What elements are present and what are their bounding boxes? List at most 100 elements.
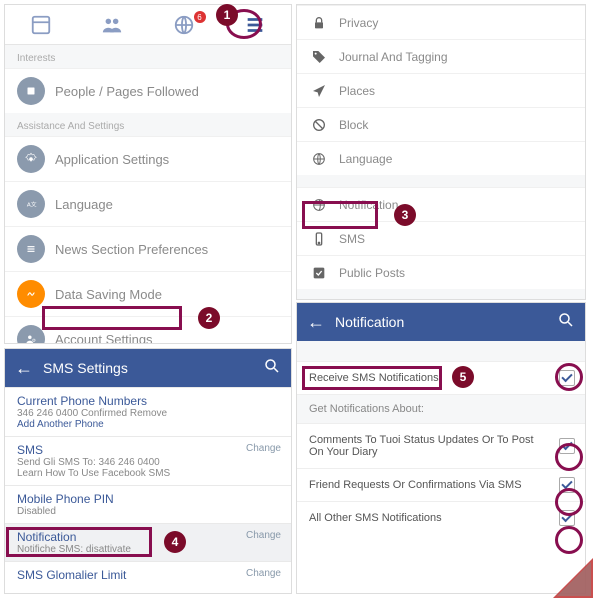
menu-news-prefs[interactable]: News Section Preferences xyxy=(5,226,291,271)
toggle-other[interactable]: All Other SMS Notifications xyxy=(297,501,585,534)
data-saving-icon xyxy=(17,280,45,308)
checkbox-friend-req[interactable] xyxy=(559,477,575,493)
news-icon xyxy=(17,235,45,263)
top-tab-bar: 6 xyxy=(5,5,291,45)
menu-label: News Section Preferences xyxy=(55,242,208,257)
toggle-label: All Other SMS Notifications xyxy=(309,512,472,524)
toggle-label: Friend Requests Or Confirmations Via SMS xyxy=(309,479,552,491)
row-label: Journal And Tagging xyxy=(339,50,448,64)
section-assistance: Assistance And Settings xyxy=(5,113,291,136)
globe-icon-2 xyxy=(309,151,329,167)
row-label: Language xyxy=(339,152,392,166)
add-phone-link[interactable]: Add Another Phone xyxy=(17,419,279,430)
header-sms-settings: ← SMS Settings xyxy=(5,349,291,387)
menu-label: People / Pages Followed xyxy=(55,84,199,99)
setting-label: Mobile Phone PIN xyxy=(17,492,279,506)
panel-3-sms-settings: ← SMS Settings Current Phone Numbers 346… xyxy=(4,348,292,594)
newsfeed-icon xyxy=(30,14,52,36)
change-link[interactable]: Change xyxy=(246,568,281,579)
row-block[interactable]: Block xyxy=(297,107,585,141)
menu-label: Data Saving Mode xyxy=(55,287,162,302)
row-notification[interactable]: Notification xyxy=(297,187,585,221)
menu-app-settings[interactable]: Application Settings xyxy=(5,136,291,181)
setting-current-phones[interactable]: Current Phone Numbers 346 246 0400 Confi… xyxy=(5,387,291,436)
section-interests: Interests xyxy=(5,45,291,68)
row-label: Public Posts xyxy=(339,266,405,280)
location-icon xyxy=(309,83,329,99)
back-arrow-icon[interactable]: ← xyxy=(15,358,33,379)
globe-icon xyxy=(173,14,195,36)
header-title: Notification xyxy=(335,314,547,330)
row-label: Privacy xyxy=(339,16,378,30)
setting-label: SMS Glomalier Limit xyxy=(17,568,279,582)
menu-people-pages[interactable]: People / Pages Followed xyxy=(5,68,291,113)
spacer xyxy=(297,341,585,361)
menu-label: Language xyxy=(55,197,113,212)
menu-label: Account Settings xyxy=(55,332,153,345)
panel-1-menu: 6 Interests People / Pages Followed Assi… xyxy=(4,4,292,344)
setting-label: SMS xyxy=(17,443,279,457)
red-arrow-icon xyxy=(533,558,593,598)
setting-sub: Disabled xyxy=(17,506,279,517)
lock-icon xyxy=(309,15,329,31)
setting-notification[interactable]: Notification Notifiche SMS: disattivate … xyxy=(5,523,291,561)
setting-label: Notification xyxy=(17,530,279,544)
row-places[interactable]: Places xyxy=(297,73,585,107)
notif-badge: 6 xyxy=(194,11,206,23)
back-arrow-icon[interactable]: ← xyxy=(307,312,325,333)
menu-language[interactable]: A文 Language xyxy=(5,181,291,226)
menu-label: Application Settings xyxy=(55,152,169,167)
change-link[interactable]: Change xyxy=(246,443,281,454)
row-journal[interactable]: Journal And Tagging xyxy=(297,39,585,73)
people-pages-icon xyxy=(17,77,45,105)
section-get-about: Get Notifications About: xyxy=(297,394,585,423)
tab-notifications[interactable]: 6 xyxy=(148,5,220,44)
check-square-icon xyxy=(309,265,329,281)
row-label: Notification xyxy=(339,198,398,212)
hamburger-icon xyxy=(244,14,266,36)
globe-icon-3 xyxy=(309,197,329,213)
gear-icon xyxy=(17,145,45,173)
toggle-label: Comments To Tuoi Status Updates Or To Po… xyxy=(309,434,573,458)
setting-value: 346 246 0400 Confirmed Remove xyxy=(17,408,279,419)
header-notification: ← Notification xyxy=(297,303,585,341)
change-link[interactable]: Change xyxy=(246,530,281,541)
svg-text:A文: A文 xyxy=(27,200,37,208)
setting-phone-pin[interactable]: Mobile Phone PIN Disabled xyxy=(5,485,291,523)
search-icon[interactable] xyxy=(263,357,281,380)
setting-sub: Notifiche SMS: disattivate xyxy=(17,544,279,555)
checkbox-other[interactable] xyxy=(559,510,575,526)
language-icon: A文 xyxy=(17,190,45,218)
header-title: SMS Settings xyxy=(43,360,253,376)
tab-newsfeed[interactable] xyxy=(5,5,77,44)
checkbox-receive[interactable] xyxy=(559,370,575,386)
divider-2 xyxy=(297,289,585,300)
menu-data-saving[interactable]: Data Saving Mode xyxy=(5,271,291,316)
toggle-label: Receive SMS Notifications xyxy=(309,372,439,384)
menu-account-settings[interactable]: Account Settings xyxy=(5,316,291,344)
panel-2-settings-list: Privacy Journal And Tagging Places Block… xyxy=(296,4,586,300)
tab-friends[interactable] xyxy=(77,5,149,44)
setting-label: Current Phone Numbers xyxy=(17,394,279,408)
divider xyxy=(297,175,585,187)
row-public-posts[interactable]: Public Posts xyxy=(297,255,585,289)
setting-sub: Send Gli SMS To: 346 246 0400 xyxy=(17,457,279,468)
row-label: SMS xyxy=(339,232,365,246)
checkbox-comments[interactable] xyxy=(559,438,575,454)
tab-menu[interactable] xyxy=(220,5,292,44)
setting-sms-limit[interactable]: SMS Glomalier Limit Change xyxy=(5,561,291,588)
row-sms[interactable]: SMS xyxy=(297,221,585,255)
toggle-comments[interactable]: Comments To Tuoi Status Updates Or To Po… xyxy=(297,423,585,468)
tag-icon xyxy=(309,49,329,65)
panel-4-notification-detail: ← Notification Receive SMS Notifications… xyxy=(296,302,586,594)
setting-sub2: Learn How To Use Facebook SMS xyxy=(17,468,279,479)
setting-sms[interactable]: SMS Send Gli SMS To: 346 246 0400 Learn … xyxy=(5,436,291,485)
row-label: Block xyxy=(339,118,368,132)
row-privacy[interactable]: Privacy xyxy=(297,5,585,39)
phone-icon xyxy=(309,231,329,247)
row-language-2[interactable]: Language xyxy=(297,141,585,175)
search-icon[interactable] xyxy=(557,311,575,334)
toggle-receive-sms[interactable]: Receive SMS Notifications xyxy=(297,361,585,394)
toggle-friend-req[interactable]: Friend Requests Or Confirmations Via SMS xyxy=(297,468,585,501)
row-label: Places xyxy=(339,84,375,98)
